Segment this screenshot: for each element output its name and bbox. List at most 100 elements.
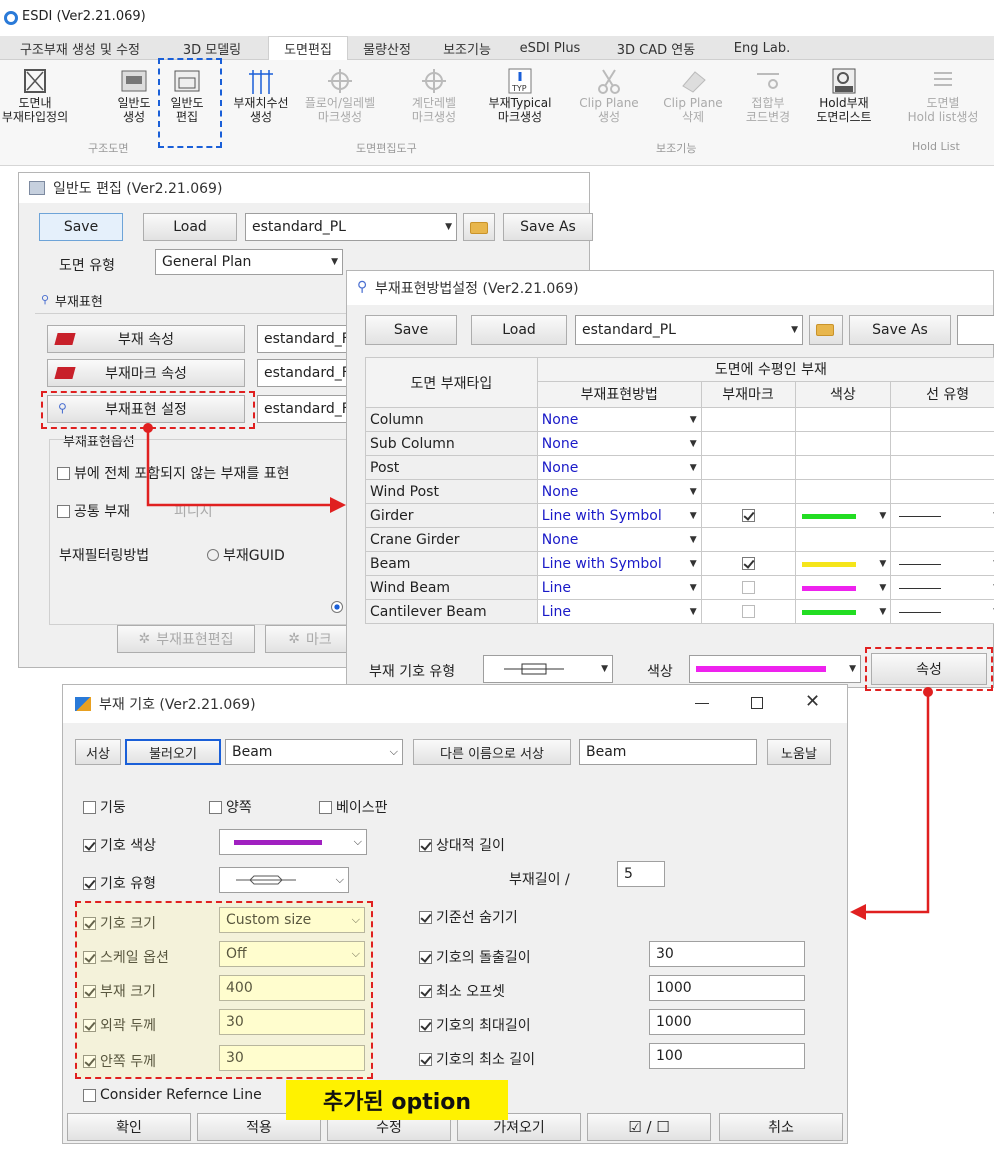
symbol-color-select[interactable]: ▼ [689,655,861,683]
ribbon-clip-create-button[interactable]: Clip Plane 생성 [576,66,642,136]
tab-eng-lab[interactable]: Eng Lab. [722,36,802,60]
chk-symbol-type[interactable] [83,876,96,890]
line-cell[interactable]: ▼ [890,575,994,600]
tab-esdi-plus[interactable]: eSDI Plus [510,36,590,60]
chk-hide-ref-row[interactable]: 기준선 숨기기 [419,907,518,927]
save-as-name-field[interactable] [957,315,994,345]
mark-checkbox[interactable] [741,605,755,618]
table-row[interactable]: Column None ▼ [365,407,994,432]
save-button[interactable]: Save [365,315,457,345]
radio-icon[interactable] [207,549,219,561]
drawing-type-select[interactable]: General Plan ▼ [155,249,343,275]
close-icon[interactable]: ✕ [805,691,820,712]
table-row[interactable]: Crane Girder None ▼ [365,527,994,552]
minimize-icon[interactable] [695,703,709,704]
line-cell[interactable]: ▼ [890,599,994,624]
preset-select[interactable]: estandard_PL ▼ [575,315,803,345]
chk-protrude[interactable] [419,950,432,964]
method-select[interactable]: Line ▼ [536,575,702,600]
chk-column[interactable] [83,800,96,814]
color-cell[interactable]: ▼ [794,575,892,600]
method-select[interactable]: Line ▼ [536,599,702,624]
chk-ref-line-row[interactable]: Consider Refernce Line [83,1087,262,1103]
color-cell[interactable]: ▼ [794,599,892,624]
table-row[interactable]: GirderLine with Symbol▼▼▼ [365,503,994,528]
ribbon-stair-level-button[interactable]: 계단레벨 마크생성 [404,66,464,136]
chk-column-row[interactable]: 기둥 [83,797,126,817]
line-cell[interactable]: ▼ [890,551,994,576]
table-row[interactable]: Wind Post None ▼ [365,479,994,504]
opt-common-row[interactable]: 공통 부재 피니시 [57,501,213,521]
cancel-button[interactable]: 취소 [719,1113,843,1141]
save-button[interactable]: Save [39,213,123,241]
chk-min-offset[interactable] [419,984,432,998]
load-select[interactable]: Beam ⌵ [225,739,403,765]
chk-hide-ref[interactable] [419,910,432,924]
symbol-type-select[interactable]: ▼ [483,655,613,683]
opt-partial-row[interactable]: 뷰에 전체 포함되지 않는 부재를 표현 [57,463,289,483]
check-toggle-button[interactable]: ☑ / ☐ [587,1113,711,1141]
mark-checkbox[interactable] [741,557,755,570]
ribbon-floor-level-button[interactable]: 플로어/일레벨 마크생성 [300,66,380,136]
chk-symbol-color-row[interactable]: 기호 색상 [83,835,156,855]
opt-partial-checkbox[interactable] [57,466,70,480]
protrude-input[interactable]: 30 [649,941,805,967]
max-len-input[interactable]: 1000 [649,1009,805,1035]
chk-relative-row[interactable]: 상대적 길이 [419,835,505,855]
opt-common-checkbox[interactable] [57,504,70,518]
chk-symbol-color[interactable] [83,838,96,852]
method-select[interactable]: None ▼ [536,479,702,504]
table-row[interactable]: Post None ▼ [365,455,994,480]
radio-icon[interactable] [331,601,343,613]
ribbon-hold-create-button[interactable]: 도면별 Hold list생성 [898,66,988,136]
color-cell[interactable]: ▼ [794,503,892,528]
symbol-type-select[interactable]: ⌵ [219,867,349,893]
tab-aux[interactable]: 보조기능 [432,36,502,60]
filter-guid-radio[interactable]: 부재GUID [207,545,285,565]
ribbon-typical-mark-button[interactable]: TYP 부재Typical 마크생성 [478,66,562,136]
ribbon-dimension-button[interactable]: 부재치수선 생성 [226,66,296,136]
method-select[interactable]: Line with Symbol ▼ [536,551,702,576]
confirm-button[interactable]: 확인 [67,1113,191,1141]
tab-structure[interactable]: 구조부재 생성 및 수정 [0,36,160,60]
mark-button[interactable]: ✲ 마크 [265,625,355,653]
member-attr-field[interactable]: estandard_F [257,325,353,353]
chk-symbol-type-row[interactable]: 기호 유형 [83,873,156,893]
symbol-color-select[interactable]: ⌵ [219,829,367,855]
table-row[interactable]: Wind BeamLine▼▼▼ [365,575,994,600]
save-button[interactable]: 서상 [75,739,121,765]
method-select[interactable]: Line with Symbol ▼ [536,503,702,528]
mark-checkbox[interactable] [741,581,755,594]
save-as-button[interactable]: 다른 이름으로 서상 [413,739,571,765]
chk-base[interactable] [319,800,332,814]
min-len-input[interactable]: 100 [649,1043,805,1069]
ribbon-clip-delete-button[interactable]: Clip Plane 삭제 [660,66,726,136]
tab-3d-model[interactable]: 3D 모델링 [172,36,252,60]
chk-relative[interactable] [419,838,432,852]
member-len-input[interactable]: 5 [617,861,665,887]
open-folder-button[interactable] [463,213,495,241]
chk-min-offset-row[interactable]: 최소 오프셋 [419,981,505,1001]
load-button[interactable]: Load [143,213,237,241]
color-cell[interactable]: ▼ [794,551,892,576]
method-select[interactable]: None ▼ [536,527,702,552]
chk-protrude-row[interactable]: 기호의 돌출길이 [419,947,531,967]
tab-3d-cad[interactable]: 3D CAD 연동 [606,36,706,60]
line-cell[interactable]: ▼ [890,503,994,528]
method-select[interactable]: None ▼ [536,455,702,480]
default-button[interactable]: 노움날 [767,739,831,765]
maximize-icon[interactable] [751,697,763,709]
chk-max-len[interactable] [419,1018,432,1032]
chk-both[interactable] [209,800,222,814]
tab-drawing-edit[interactable]: 도면편집 [268,36,348,60]
mark-cell[interactable] [700,503,796,528]
ribbon-new-drawing-button[interactable]: 일반도 생성 [110,66,158,136]
min-offset-input[interactable]: 1000 [649,975,805,1001]
member-attr-button[interactable]: 부재 속성 [47,325,245,353]
save-as-button[interactable]: Save As [503,213,593,241]
tab-quantity[interactable]: 물량산정 [352,36,422,60]
name-field[interactable]: Beam [579,739,757,765]
chk-min-len-row[interactable]: 기호의 최소 길이 [419,1049,535,1069]
load-button[interactable]: 불러오기 [125,739,221,765]
table-row[interactable]: Cantilever BeamLine▼▼▼ [365,599,994,624]
